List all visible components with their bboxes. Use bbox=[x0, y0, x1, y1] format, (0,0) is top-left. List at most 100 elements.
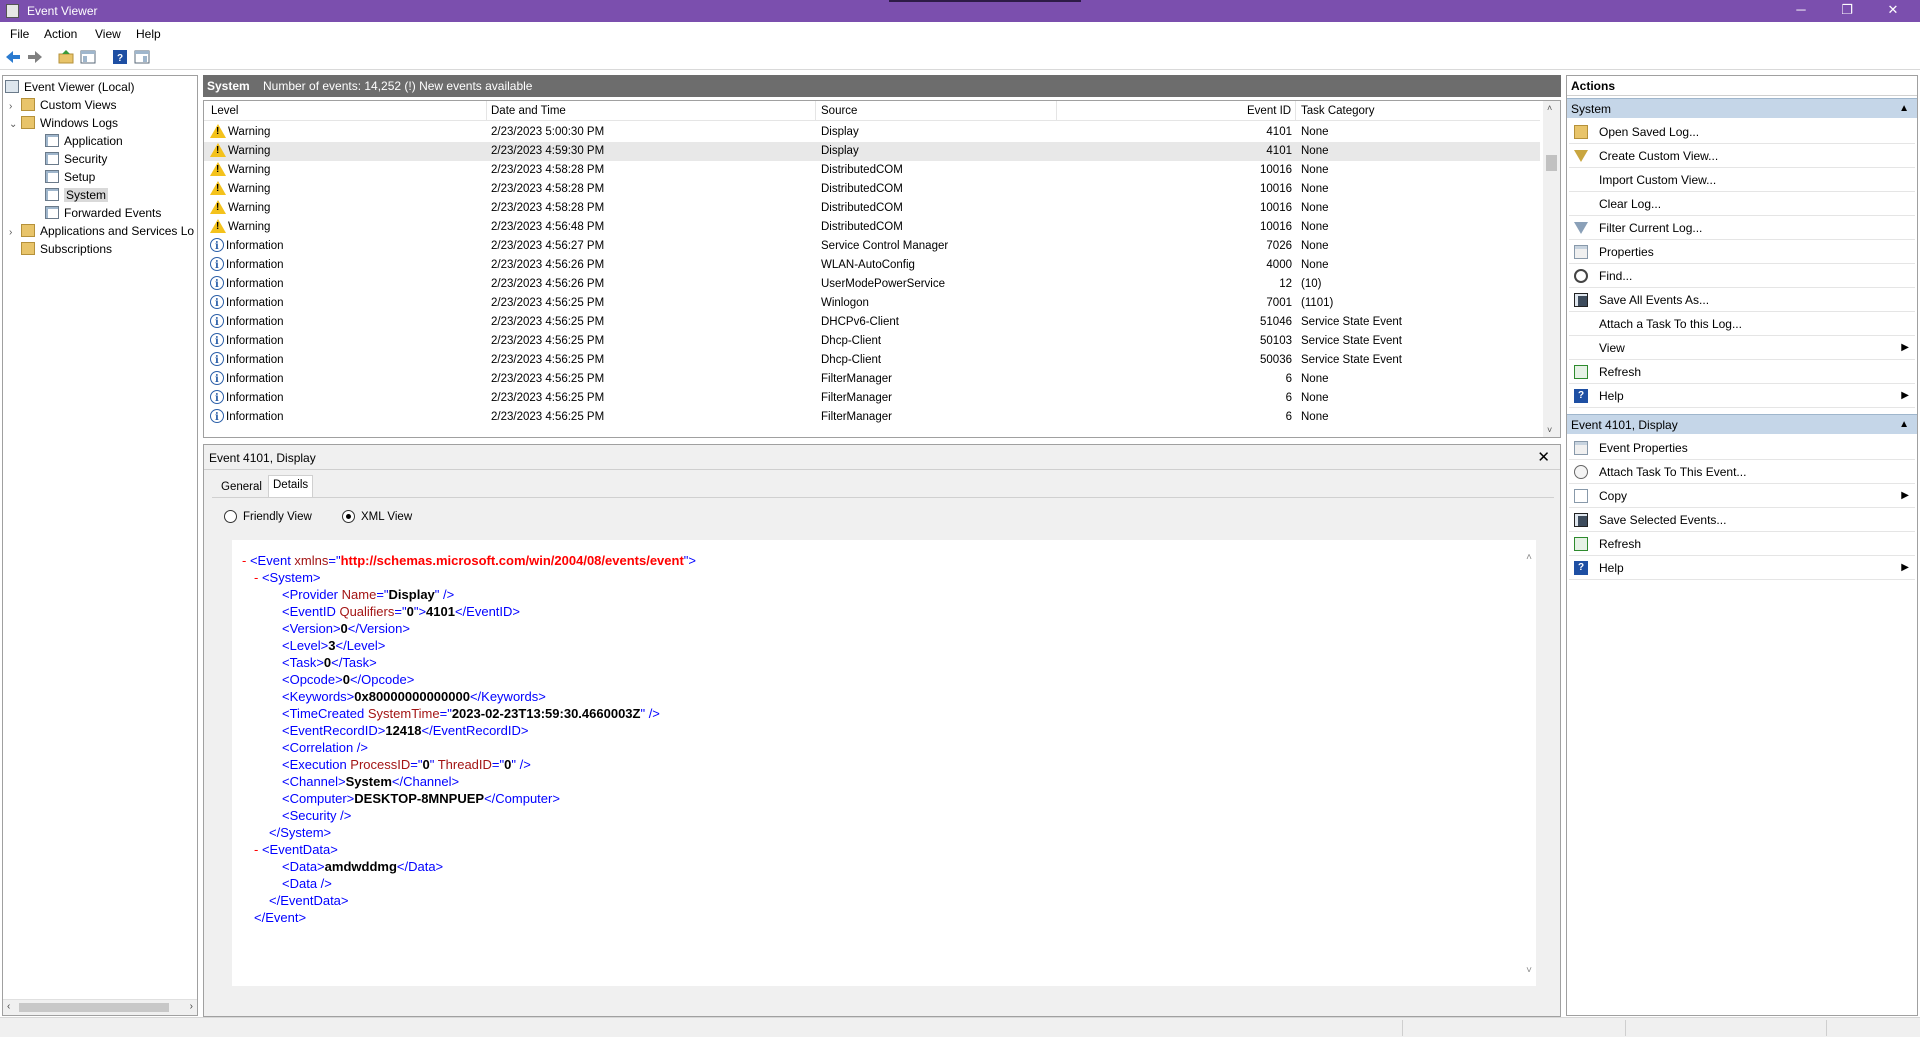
table-row[interactable]: Warning 2/23/2023 4:56:48 PM DistributedCO… bbox=[204, 218, 1540, 237]
tab-details[interactable]: Details bbox=[268, 475, 314, 497]
scroll-up-arrow-icon[interactable]: ˄ bbox=[1547, 103, 1552, 113]
collapse-toggle[interactable]: - bbox=[254, 842, 258, 857]
table-row[interactable]: Warning 2/23/2023 4:59:30 PM Display 4101 No… bbox=[204, 142, 1540, 161]
table-row[interactable]: Warning 2/23/2023 4:58:28 PM DistributedCO… bbox=[204, 199, 1540, 218]
close-detail-button[interactable]: ✕ bbox=[1537, 448, 1550, 466]
xml-view-box[interactable]: ˄ ˅ - <Event xmlns="http://schemas.micro… bbox=[232, 540, 1536, 986]
datetime-cell: 2/23/2023 4:56:26 PM bbox=[491, 278, 605, 290]
table-row[interactable]: Information 2/23/2023 4:56:25 PM FilterMan… bbox=[204, 370, 1540, 389]
show-hide-console-tree-icon[interactable] bbox=[80, 49, 96, 65]
table-row[interactable]: Information 2/23/2023 4:56:25 PM Dhcp-Clie… bbox=[204, 351, 1540, 370]
table-row[interactable]: Information 2/23/2023 4:56:25 PM FilterMan… bbox=[204, 389, 1540, 408]
scroll-down-arrow-icon[interactable]: ˅ bbox=[1547, 425, 1552, 435]
column-divider[interactable] bbox=[1295, 101, 1296, 121]
tree-item-custom-views[interactable]: › Custom Views bbox=[9, 96, 116, 114]
action-item[interactable]: Filter Current Log... bbox=[1567, 216, 1917, 240]
tree-item-windows-logs[interactable]: ⌄ Windows Logs bbox=[9, 114, 118, 132]
action-item[interactable]: Open Saved Log... bbox=[1567, 120, 1917, 144]
collapse-toggle[interactable]: - bbox=[242, 553, 246, 568]
menu-view[interactable]: View bbox=[95, 27, 121, 41]
action-item[interactable]: ? Help ▶ bbox=[1567, 556, 1917, 580]
column-header-level[interactable]: Level bbox=[211, 105, 239, 117]
up-folder-icon[interactable] bbox=[58, 49, 74, 65]
menu-action[interactable]: Action bbox=[44, 27, 77, 41]
scroll-down-arrow-icon[interactable]: ˅ bbox=[1526, 965, 1532, 976]
xml-line-execution: <Execution ProcessID="0" ThreadID="0" /> bbox=[282, 757, 531, 772]
radio-checked-icon bbox=[342, 510, 355, 523]
forward-arrow-icon[interactable] bbox=[27, 49, 43, 65]
action-item[interactable]: Save All Events As... bbox=[1567, 288, 1917, 312]
action-item[interactable]: Attach a Task To this Log... bbox=[1567, 312, 1917, 336]
tree-item-security[interactable]: Security bbox=[45, 150, 107, 168]
table-row[interactable]: Warning 2/23/2023 5:00:30 PM Display 4101 No… bbox=[204, 123, 1540, 142]
submenu-arrow-icon: ▶ bbox=[1901, 342, 1909, 353]
event-id-cell: 10016 bbox=[1260, 164, 1292, 176]
action-item[interactable]: Refresh bbox=[1567, 532, 1917, 556]
menu-help[interactable]: Help bbox=[136, 27, 161, 41]
collapse-caret-icon[interactable]: ▲ bbox=[1899, 99, 1909, 119]
column-header-event-id[interactable]: Event ID bbox=[1247, 105, 1291, 117]
column-header-task-category[interactable]: Task Category bbox=[1301, 105, 1375, 117]
action-item[interactable]: Event Properties bbox=[1567, 436, 1917, 460]
table-row[interactable]: Warning 2/23/2023 4:58:28 PM DistributedCO… bbox=[204, 180, 1540, 199]
action-item[interactable]: Save Selected Events... bbox=[1567, 508, 1917, 532]
action-item[interactable]: View ▶ bbox=[1567, 336, 1917, 360]
xml-view-radio[interactable]: XML View bbox=[342, 510, 412, 523]
tree-horizontal-scrollbar[interactable]: ‹ › bbox=[3, 999, 197, 1015]
xml-line-eventid: <EventID Qualifiers="0">4101</EventID> bbox=[282, 604, 521, 619]
tree-item-setup[interactable]: Setup bbox=[45, 168, 95, 186]
table-row[interactable]: Information 2/23/2023 4:56:25 PM FilterMan… bbox=[204, 408, 1540, 427]
table-row[interactable]: Information 2/23/2023 4:56:27 PM Service C… bbox=[204, 237, 1540, 256]
table-row[interactable]: Information 2/23/2023 4:56:26 PM WLAN-Auto… bbox=[204, 256, 1540, 275]
tree-item-application[interactable]: Application bbox=[45, 132, 123, 150]
tree-item-applications-and-services[interactable]: › Applications and Services Lo bbox=[9, 222, 194, 240]
column-divider[interactable] bbox=[1056, 101, 1057, 121]
actions-section-0[interactable]: System ▲ bbox=[1567, 98, 1917, 118]
column-divider[interactable] bbox=[815, 101, 816, 121]
events-vertical-scrollbar[interactable]: ˄ ˅ bbox=[1543, 101, 1560, 437]
tab-general[interactable]: General bbox=[216, 477, 267, 497]
column-header-source[interactable]: Source bbox=[821, 105, 857, 117]
scrollbar-thumb[interactable] bbox=[19, 1003, 169, 1012]
close-button[interactable]: ✕ bbox=[1870, 0, 1916, 22]
actions-section-1[interactable]: Event 4101, Display ▲ bbox=[1567, 414, 1917, 434]
column-header-date-and-time[interactable]: Date and Time bbox=[491, 105, 566, 117]
menu-bar: File Action View Help bbox=[0, 22, 1920, 44]
column-divider[interactable] bbox=[486, 101, 487, 121]
scroll-right-arrow-icon[interactable]: › bbox=[190, 1001, 193, 1012]
help-icon[interactable]: ? bbox=[112, 49, 128, 65]
table-row[interactable]: Information 2/23/2023 4:56:25 PM Winlogon 7… bbox=[204, 294, 1540, 313]
action-item[interactable]: Import Custom View... bbox=[1567, 168, 1917, 192]
collapse-toggle[interactable]: - bbox=[254, 570, 258, 585]
level-cell: Warning bbox=[210, 142, 270, 161]
minimize-button[interactable]: ─ bbox=[1778, 0, 1824, 22]
scrollbar-thumb[interactable] bbox=[1546, 155, 1557, 171]
maximize-button[interactable]: ❐ bbox=[1824, 0, 1870, 22]
scroll-up-arrow-icon[interactable]: ˄ bbox=[1526, 552, 1532, 563]
collapse-chevron-icon[interactable]: ⌄ bbox=[9, 116, 21, 134]
show-hide-action-pane-icon[interactable] bbox=[134, 49, 150, 65]
table-row[interactable]: Information 2/23/2023 4:56:25 PM DHCPv6-Cl… bbox=[204, 313, 1540, 332]
action-item[interactable]: ? Help ▶ bbox=[1567, 384, 1917, 408]
scroll-left-arrow-icon[interactable]: ‹ bbox=[7, 1001, 10, 1012]
action-item[interactable]: Create Custom View... bbox=[1567, 144, 1917, 168]
action-item[interactable]: Find... bbox=[1567, 264, 1917, 288]
task-category-cell: Service State Event bbox=[1301, 316, 1402, 328]
action-item[interactable]: Copy ▶ bbox=[1567, 484, 1917, 508]
action-item[interactable]: Clear Log... bbox=[1567, 192, 1917, 216]
collapse-caret-icon[interactable]: ▲ bbox=[1899, 415, 1909, 435]
action-item[interactable]: Attach Task To This Event... bbox=[1567, 460, 1917, 484]
tree-item-system[interactable]: System bbox=[45, 186, 109, 204]
action-item[interactable]: Properties bbox=[1567, 240, 1917, 264]
table-row[interactable]: Information 2/23/2023 4:56:25 PM Dhcp-Clie… bbox=[204, 332, 1540, 351]
table-row[interactable]: Information 2/23/2023 4:56:26 PM UserModeP… bbox=[204, 275, 1540, 294]
tree-item-subscriptions[interactable]: Subscriptions bbox=[21, 240, 112, 258]
tree-item-event-viewer-local[interactable]: Event Viewer (Local) bbox=[5, 78, 135, 96]
action-item[interactable]: Refresh bbox=[1567, 360, 1917, 384]
expand-chevron-icon[interactable]: › bbox=[9, 224, 21, 242]
back-arrow-icon[interactable] bbox=[5, 49, 21, 65]
friendly-view-radio[interactable]: Friendly View bbox=[224, 510, 312, 523]
tree-item-forwarded-events[interactable]: Forwarded Events bbox=[45, 204, 161, 222]
menu-file[interactable]: File bbox=[10, 27, 29, 41]
table-row[interactable]: Warning 2/23/2023 4:58:28 PM DistributedCO… bbox=[204, 161, 1540, 180]
